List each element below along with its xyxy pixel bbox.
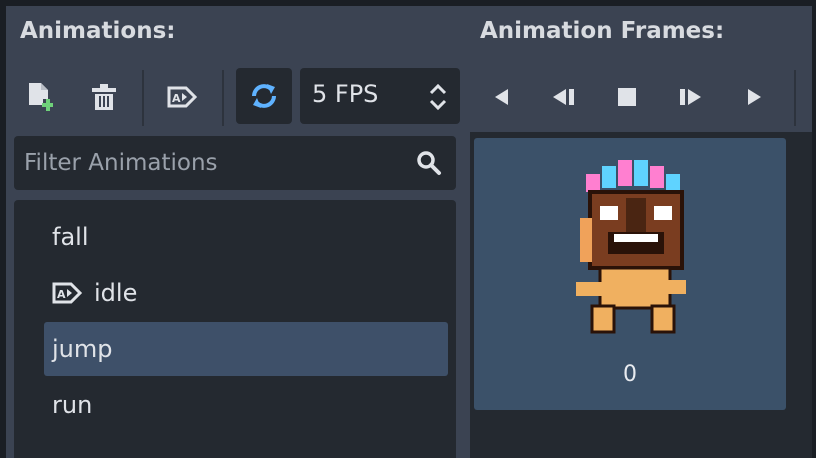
autoplay-icon: A — [52, 282, 82, 304]
play-backwards-from-end-icon — [553, 89, 574, 105]
animation-item-fall[interactable]: fall — [44, 210, 448, 264]
play-from-start-icon — [680, 89, 701, 105]
toolbar-separator — [222, 70, 224, 126]
new-animation-icon — [29, 83, 53, 111]
animation-frames-header: Animation Frames: — [480, 18, 725, 44]
fps-spinbox[interactable]: 5 FPS — [300, 68, 460, 124]
frame-tile[interactable]: 0 — [474, 138, 786, 410]
autoplay-icon: A — [167, 86, 197, 108]
play-icon — [748, 89, 761, 105]
autoplay-button[interactable]: A — [160, 78, 204, 116]
tiki-sprite — [576, 160, 686, 334]
new-animation-button[interactable] — [20, 78, 60, 116]
toolbar-separator — [794, 70, 796, 126]
animation-label: run — [52, 391, 93, 419]
animation-item-jump[interactable]: jump — [44, 322, 448, 376]
play-backwards-icon — [495, 89, 508, 105]
spin-updown-icon[interactable] — [428, 82, 448, 112]
loop-toggle-button[interactable] — [236, 68, 292, 124]
svg-text:A: A — [172, 92, 181, 105]
animations-header: Animations: — [20, 18, 176, 44]
delete-animation-button[interactable] — [84, 78, 124, 116]
play-button[interactable] — [738, 80, 772, 114]
animation-label: jump — [52, 335, 113, 363]
animation-item-idle[interactable]: A idle — [44, 266, 448, 320]
loop-icon — [252, 84, 276, 108]
toolbar-separator — [142, 70, 144, 126]
search-icon — [417, 151, 441, 175]
stop-icon — [618, 88, 636, 106]
play-backwards-button[interactable] — [484, 80, 518, 114]
play-backwards-from-end-button[interactable] — [546, 80, 580, 114]
fps-value[interactable]: 5 FPS — [312, 80, 378, 108]
animation-label: idle — [94, 279, 138, 307]
animation-label: fall — [52, 223, 89, 251]
filter-animations-field[interactable] — [14, 136, 456, 190]
trash-icon — [92, 84, 116, 110]
stop-button[interactable] — [610, 80, 644, 114]
frame-index-label: 0 — [623, 362, 637, 387]
animation-item-run[interactable]: run — [44, 378, 448, 432]
svg-text:A: A — [57, 288, 66, 301]
filter-animations-input[interactable] — [14, 136, 404, 190]
play-from-start-button[interactable] — [674, 80, 708, 114]
